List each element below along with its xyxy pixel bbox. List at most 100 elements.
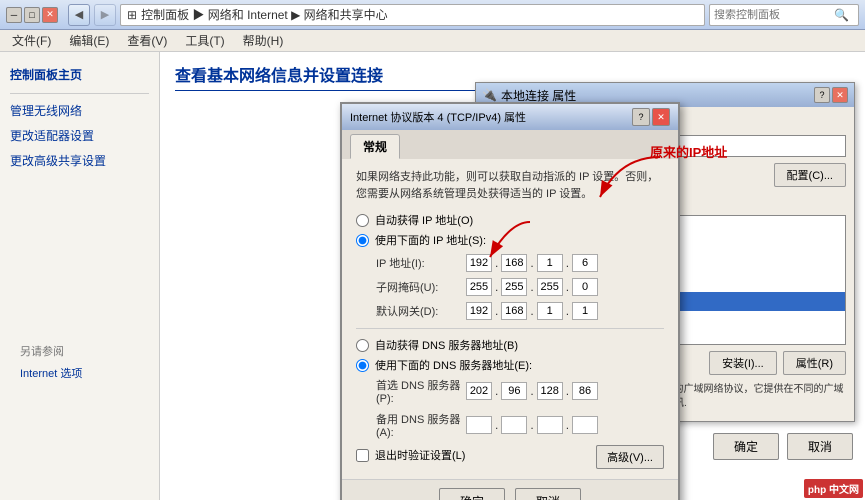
- menu-view[interactable]: 查看(V): [119, 30, 175, 51]
- outer-cancel-button[interactable]: 取消: [787, 433, 853, 460]
- breadcrumb-icon: ⊞: [127, 8, 137, 22]
- sidebar-see-also-label: 另请参阅: [10, 337, 149, 361]
- alt-dns-octet-3[interactable]: [537, 416, 563, 434]
- menu-file[interactable]: 文件(F): [4, 30, 59, 51]
- main-layout: 控制面板主页 管理无线网络 更改适配器设置 更改高级共享设置 另请参阅 Inte…: [0, 52, 865, 500]
- manual-dns-label: 使用下面的 DNS 服务器地址(E):: [375, 357, 532, 373]
- subnet-input-group: . . .: [466, 278, 598, 296]
- dialog-description: 如果网络支持此功能，则可以获取自动指派的 IP 设置。否则， 您需要从网络系统管…: [356, 169, 664, 202]
- menu-tools[interactable]: 工具(T): [177, 30, 232, 51]
- configure-button[interactable]: 配置(C)...: [774, 163, 846, 187]
- auto-ip-radio[interactable]: [356, 214, 369, 227]
- subnet-row: 子网掩码(U): . . .: [356, 278, 664, 296]
- ip-address-row: IP 地址(I): . . .: [356, 254, 664, 272]
- dialog-title-text: Internet 协议版本 4 (TCP/IPv4) 属性: [350, 109, 526, 125]
- minimize-button[interactable]: ─: [6, 7, 22, 23]
- alt-dns-octet-1[interactable]: [466, 416, 492, 434]
- preferred-dns-row: 首选 DNS 服务器(P): . . .: [356, 377, 664, 405]
- gateway-octet-3[interactable]: [537, 302, 563, 320]
- search-input[interactable]: [714, 9, 834, 21]
- manual-dns-row: 使用下面的 DNS 服务器地址(E):: [356, 357, 664, 373]
- auto-ip-label: 自动获得 IP 地址(O): [375, 212, 473, 228]
- dialog-tabs: 常规: [342, 130, 678, 159]
- dialog-cancel-button[interactable]: 取消: [515, 488, 581, 500]
- sidebar-internet-options-link[interactable]: Internet 选项: [10, 361, 149, 385]
- pref-dns-octet-2[interactable]: [501, 382, 527, 400]
- breadcrumb: ⊞ 控制面板 ▶ 网络和 Internet ▶ 网络和共享中心: [120, 4, 705, 26]
- tab-general[interactable]: 常规: [350, 134, 400, 159]
- maximize-button[interactable]: □: [24, 7, 40, 23]
- dns-section: 自动获得 DNS 服务器地址(B) 使用下面的 DNS 服务器地址(E): 首选…: [356, 337, 664, 439]
- dialog-ok-button[interactable]: 确定: [439, 488, 505, 500]
- auto-dns-row: 自动获得 DNS 服务器地址(B): [356, 337, 664, 353]
- adapter-window-icon: 🔌: [482, 88, 497, 102]
- gateway-octet-4[interactable]: [572, 302, 598, 320]
- nav-forward-button[interactable]: ▶: [94, 4, 116, 26]
- ip-octet-1[interactable]: [466, 254, 492, 272]
- content-area: 查看基本网络信息并设置连接 🔌 本地连接 属性 ? ✕ 连接时使用： amily…: [160, 52, 865, 500]
- breadcrumb-text: 控制面板 ▶ 网络和 Internet ▶ 网络和共享中心: [141, 6, 388, 23]
- search-bar[interactable]: 🔍: [709, 4, 859, 26]
- properties-button[interactable]: 属性(R): [783, 351, 846, 375]
- ip-label: IP 地址(I):: [376, 255, 466, 271]
- php-badge-text: php 中文网: [808, 485, 859, 496]
- subnet-octet-3[interactable]: [537, 278, 563, 296]
- validate-checkbox[interactable]: [356, 449, 369, 462]
- pref-dns-octet-3[interactable]: [537, 382, 563, 400]
- validate-row: 退出时验证设置(L): [356, 447, 465, 463]
- auto-dns-radio[interactable]: [356, 339, 369, 352]
- adapter-help-button[interactable]: ?: [814, 87, 830, 103]
- subnet-octet-2[interactable]: [501, 278, 527, 296]
- dialog-body: 如果网络支持此功能，则可以获取自动指派的 IP 设置。否则， 您需要从网络系统管…: [342, 159, 678, 479]
- auto-dns-label: 自动获得 DNS 服务器地址(B): [375, 337, 518, 353]
- outer-ok-button[interactable]: 确定: [713, 433, 779, 460]
- alt-dns-octet-2[interactable]: [501, 416, 527, 434]
- dialog-close-button[interactable]: ✕: [652, 108, 670, 126]
- dialog-title-bar: Internet 协议版本 4 (TCP/IPv4) 属性 ? ✕: [342, 104, 678, 130]
- validate-label: 退出时验证设置(L): [375, 447, 465, 463]
- sidebar-sharing-link[interactable]: 更改高级共享设置: [0, 148, 159, 173]
- gateway-label: 默认网关(D):: [376, 303, 466, 319]
- pref-dns-octet-4[interactable]: [572, 382, 598, 400]
- subnet-octet-1[interactable]: [466, 278, 492, 296]
- manual-ip-row: 使用下面的 IP 地址(S):: [356, 232, 664, 248]
- close-window-button[interactable]: ✕: [42, 7, 58, 23]
- ip-octet-3[interactable]: [537, 254, 563, 272]
- install-button[interactable]: 安装(I)...: [709, 351, 777, 375]
- gateway-row: 默认网关(D): . . .: [356, 302, 664, 320]
- gateway-octet-1[interactable]: [466, 302, 492, 320]
- advanced-button[interactable]: 高级(V)...: [596, 445, 664, 469]
- menu-bar: 文件(F) 编辑(E) 查看(V) 工具(T) 帮助(H): [0, 30, 865, 52]
- ip-radio-group: 自动获得 IP 地址(O) 使用下面的 IP 地址(S):: [356, 212, 664, 248]
- sidebar-adapter-link[interactable]: 更改适配器设置: [0, 123, 159, 148]
- adapter-close-button[interactable]: ✕: [832, 87, 848, 103]
- search-icon[interactable]: 🔍: [834, 8, 849, 22]
- window-controls[interactable]: ─ □ ✕: [6, 7, 58, 23]
- manual-ip-radio[interactable]: [356, 234, 369, 247]
- outer-button-row: 确定 取消: [713, 433, 853, 460]
- menu-edit[interactable]: 编辑(E): [61, 30, 117, 51]
- dialog-footer: 确定 取消: [342, 479, 678, 500]
- adapter-window-title-text: 本地连接 属性: [501, 87, 576, 104]
- menu-help[interactable]: 帮助(H): [235, 30, 292, 51]
- sidebar-divider: [10, 93, 149, 94]
- alternate-dns-input-group: . . .: [466, 416, 598, 434]
- manual-ip-label: 使用下面的 IP 地址(S):: [375, 232, 486, 248]
- alternate-dns-row: 备用 DNS 服务器(A): . . .: [356, 411, 664, 439]
- ip-octet-4[interactable]: [572, 254, 598, 272]
- title-bar: ─ □ ✕ ◀ ▶ ⊞ 控制面板 ▶ 网络和 Internet ▶ 网络和共享中…: [0, 0, 865, 30]
- auto-ip-row: 自动获得 IP 地址(O): [356, 212, 664, 228]
- dialog-help-button[interactable]: ?: [632, 108, 650, 126]
- subnet-octet-4[interactable]: [572, 278, 598, 296]
- sidebar-wireless-link[interactable]: 管理无线网络: [0, 98, 159, 123]
- php-badge: php 中文网: [804, 479, 863, 498]
- nav-back-button[interactable]: ◀: [68, 4, 90, 26]
- manual-dns-radio[interactable]: [356, 359, 369, 372]
- sidebar: 控制面板主页 管理无线网络 更改适配器设置 更改高级共享设置 另请参阅 Inte…: [0, 52, 160, 500]
- gateway-octet-2[interactable]: [501, 302, 527, 320]
- sidebar-home-link[interactable]: 控制面板主页: [0, 60, 159, 89]
- dialog-title-buttons[interactable]: ? ✕: [632, 108, 670, 126]
- pref-dns-octet-1[interactable]: [466, 382, 492, 400]
- ip-octet-2[interactable]: [501, 254, 527, 272]
- alt-dns-octet-4[interactable]: [572, 416, 598, 434]
